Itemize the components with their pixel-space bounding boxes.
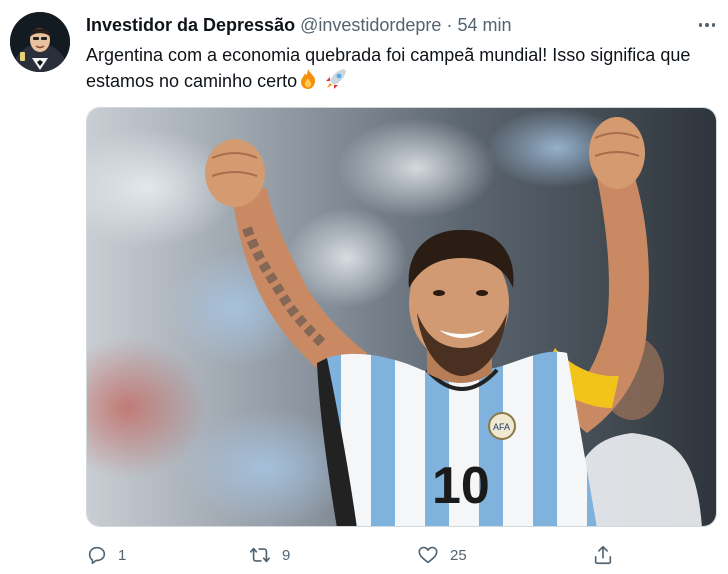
user-handle[interactable]: @investidordepre bbox=[300, 15, 441, 35]
retweet-icon bbox=[250, 547, 270, 563]
fire-emoji bbox=[297, 68, 319, 97]
rocket-emoji bbox=[324, 68, 348, 97]
more-options-icon[interactable] bbox=[694, 15, 720, 35]
share-icon bbox=[594, 545, 612, 565]
tweet-text-body: Argentina com a economia quebrada foi ca… bbox=[86, 45, 691, 91]
retweet-count: 9 bbox=[282, 546, 291, 564]
timestamp[interactable]: 54 min bbox=[457, 15, 511, 35]
like-count: 25 bbox=[450, 546, 467, 564]
tweet-text: Argentina com a economia quebrada foi ca… bbox=[86, 43, 720, 97]
share-button[interactable] bbox=[592, 540, 614, 570]
reply-button[interactable]: 1 bbox=[86, 540, 126, 570]
crest-text: AFA bbox=[493, 422, 510, 432]
reply-icon bbox=[88, 546, 106, 565]
tweet-header: Investidor da Depressão @investidordepre… bbox=[86, 14, 512, 36]
jersey-number: 10 bbox=[432, 457, 490, 515]
heart-icon bbox=[418, 546, 438, 564]
avatar[interactable] bbox=[10, 12, 70, 72]
tweet-actions: 1 9 25 bbox=[86, 540, 720, 570]
retweet-button[interactable]: 9 bbox=[248, 540, 290, 570]
display-name[interactable]: Investidor da Depressão bbox=[86, 15, 295, 35]
like-button[interactable]: 25 bbox=[416, 540, 467, 570]
reply-count: 1 bbox=[118, 546, 127, 564]
separator-dot: · bbox=[446, 15, 453, 35]
avatar-image bbox=[10, 12, 70, 72]
tweet-media[interactable]: 10 AFA bbox=[86, 107, 717, 527]
celebration-photo: 10 AFA bbox=[87, 108, 716, 526]
